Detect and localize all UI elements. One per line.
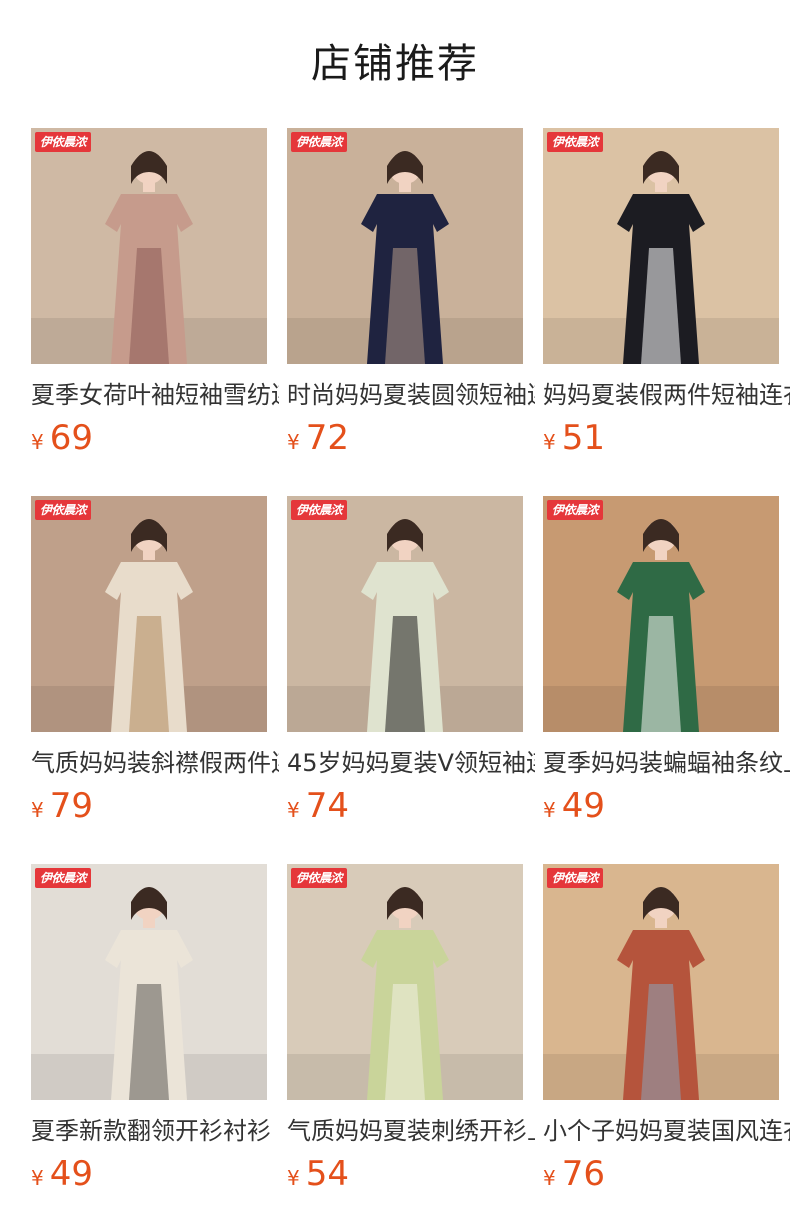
product-name[interactable]: 时尚妈妈夏装圆领短袖连衣裙 <box>287 378 535 412</box>
price-value: 49 <box>561 786 605 826</box>
product-card[interactable]: 伊依晨浓 小个子妈妈夏装国风连衣裙 ¥76 <box>543 864 790 1204</box>
product-grid: 伊依晨浓 夏季女荷叶袖短袖雪纺连衣裙 ¥69 伊依晨浓 时尚妈妈夏装圆领短袖连衣… <box>31 128 790 1232</box>
product-card[interactable]: 伊依晨浓 夏季新款翻领开衫衬衫 ¥49 <box>31 864 271 1204</box>
product-price: ¥54 <box>287 1152 349 1196</box>
currency-symbol: ¥ <box>31 430 44 454</box>
brand-badge: 伊依晨浓 <box>35 868 91 888</box>
product-image[interactable]: 伊依晨浓 <box>287 864 523 1100</box>
product-card[interactable]: 伊依晨浓 夏季女荷叶袖短袖雪纺连衣裙 ¥69 <box>31 128 279 468</box>
product-name[interactable]: 夏季新款翻领开衫衬衫 <box>31 1114 279 1148</box>
product-price: ¥49 <box>543 784 605 828</box>
price-value: 76 <box>561 1154 605 1194</box>
price-value: 49 <box>49 1154 93 1194</box>
brand-badge: 伊依晨浓 <box>547 500 603 520</box>
price-value: 79 <box>49 786 93 826</box>
brand-badge: 伊依晨浓 <box>547 868 603 888</box>
currency-symbol: ¥ <box>287 1166 300 1190</box>
currency-symbol: ¥ <box>543 1166 556 1190</box>
brand-badge: 伊依晨浓 <box>35 132 91 152</box>
product-image[interactable]: 伊依晨浓 <box>287 128 523 364</box>
product-image[interactable]: 伊依晨浓 <box>31 864 267 1100</box>
brand-badge: 伊依晨浓 <box>35 500 91 520</box>
product-name[interactable]: 夏季妈妈装蝙蝠袖条纹上衣 <box>543 746 790 780</box>
price-value: 74 <box>305 786 349 826</box>
product-card[interactable]: 伊依晨浓 时尚妈妈夏装圆领短袖连衣裙 ¥72 <box>287 128 535 468</box>
product-name[interactable]: 45岁妈妈夏装V领短袖连衣裙 <box>287 746 535 780</box>
brand-badge: 伊依晨浓 <box>291 132 347 152</box>
product-price: ¥49 <box>31 1152 93 1196</box>
product-price: ¥76 <box>543 1152 605 1196</box>
brand-badge: 伊依晨浓 <box>547 132 603 152</box>
product-price: ¥69 <box>31 416 93 460</box>
product-name[interactable]: 夏季女荷叶袖短袖雪纺连衣裙 <box>31 378 279 412</box>
price-value: 72 <box>305 418 349 458</box>
product-card[interactable]: 伊依晨浓 妈妈夏装假两件短袖连衣裙 ¥51 <box>543 128 790 468</box>
price-value: 51 <box>561 418 605 458</box>
currency-symbol: ¥ <box>287 798 300 822</box>
product-card[interactable]: 伊依晨浓 45岁妈妈夏装V领短袖连衣裙 ¥74 <box>287 496 535 836</box>
product-name[interactable]: 气质妈妈装斜襟假两件连衣裙 <box>31 746 279 780</box>
brand-badge: 伊依晨浓 <box>291 500 347 520</box>
product-image[interactable]: 伊依晨浓 <box>31 496 267 732</box>
product-name[interactable]: 妈妈夏装假两件短袖连衣裙 <box>543 378 790 412</box>
product-image[interactable]: 伊依晨浓 <box>543 128 779 364</box>
product-price: ¥72 <box>287 416 349 460</box>
price-value: 69 <box>49 418 93 458</box>
currency-symbol: ¥ <box>543 430 556 454</box>
product-name[interactable]: 气质妈妈夏装刺绣开衫上衣 <box>287 1114 535 1148</box>
product-price: ¥51 <box>543 416 605 460</box>
product-card[interactable]: 伊依晨浓 气质妈妈夏装刺绣开衫上衣 ¥54 <box>287 864 535 1204</box>
product-image[interactable]: 伊依晨浓 <box>543 496 779 732</box>
price-value: 54 <box>305 1154 349 1194</box>
product-image[interactable]: 伊依晨浓 <box>287 496 523 732</box>
product-card[interactable]: 伊依晨浓 夏季妈妈装蝙蝠袖条纹上衣 ¥49 <box>543 496 790 836</box>
currency-symbol: ¥ <box>543 798 556 822</box>
currency-symbol: ¥ <box>31 798 44 822</box>
product-image[interactable]: 伊依晨浓 <box>543 864 779 1100</box>
product-price: ¥79 <box>31 784 93 828</box>
product-image[interactable]: 伊依晨浓 <box>31 128 267 364</box>
product-price: ¥74 <box>287 784 349 828</box>
product-name[interactable]: 小个子妈妈夏装国风连衣裙 <box>543 1114 790 1148</box>
currency-symbol: ¥ <box>31 1166 44 1190</box>
product-card[interactable]: 伊依晨浓 气质妈妈装斜襟假两件连衣裙 ¥79 <box>31 496 279 836</box>
brand-badge: 伊依晨浓 <box>291 868 347 888</box>
currency-symbol: ¥ <box>287 430 300 454</box>
page-title: 店铺推荐 <box>311 41 479 87</box>
